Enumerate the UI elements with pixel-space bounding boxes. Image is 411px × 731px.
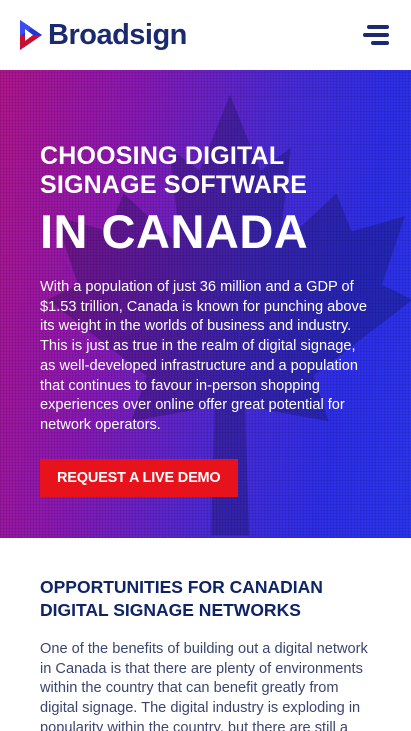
hero-banner: CHOOSING DIGITAL SIGNAGE SOFTWARE IN CAN… (0, 70, 411, 538)
logo-text: Broadsign (48, 18, 187, 51)
broadsign-logo[interactable]: Broadsign (18, 18, 187, 52)
menu-bar (363, 33, 389, 37)
menu-bar (371, 41, 389, 45)
menu-bar (367, 25, 389, 29)
site-header: Broadsign (0, 0, 411, 70)
hero-description: With a population of just 36 million and… (40, 279, 367, 433)
hamburger-menu-icon[interactable] (361, 23, 389, 47)
request-demo-button[interactable]: REQUEST A LIVE DEMO (40, 458, 238, 497)
hero-content: CHOOSING DIGITAL SIGNAGE SOFTWARE IN CAN… (40, 142, 380, 497)
broadsign-logo-icon (20, 20, 42, 50)
opportunities-section: OPPORTUNITIES FOR CANADIAN DIGITAL SIGNA… (40, 576, 380, 731)
hero-title-line-1: CHOOSING DIGITAL SIGNAGE SOFTWARE (40, 142, 308, 199)
section-title: OPPORTUNITIES FOR CANADIAN DIGITAL SIGNA… (40, 577, 323, 620)
section-body: One of the benefits of building out a di… (40, 641, 368, 731)
hero-title-line-2: IN CANADA (40, 205, 309, 258)
